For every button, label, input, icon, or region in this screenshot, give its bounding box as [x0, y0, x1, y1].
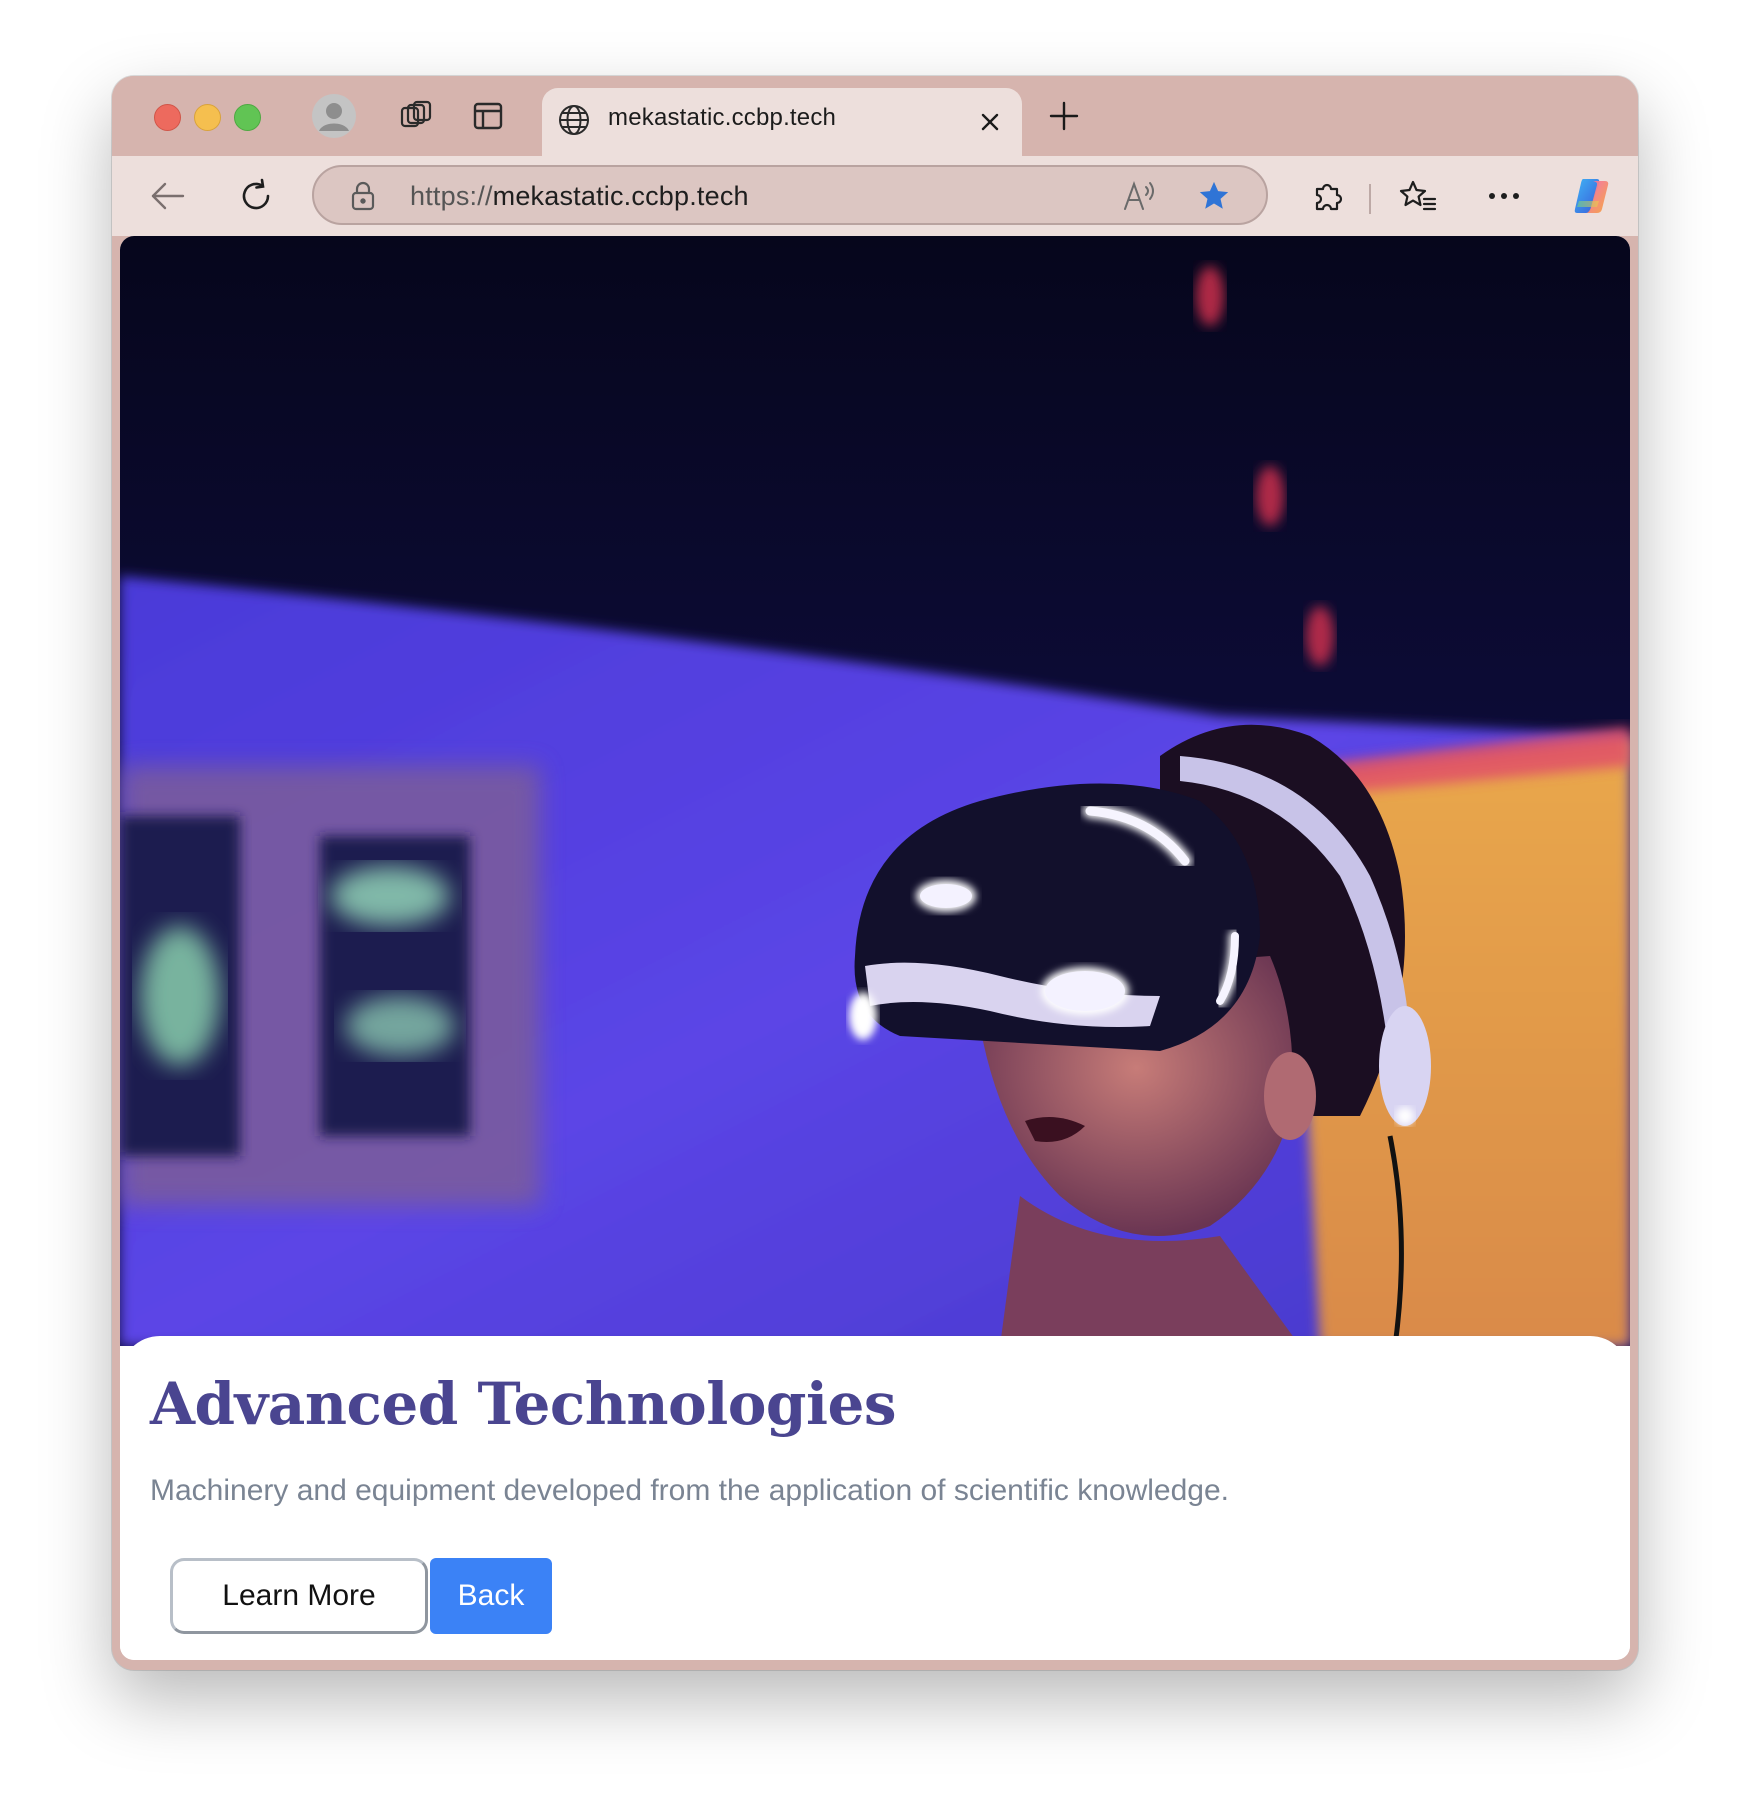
new-tab-button[interactable] [1042, 94, 1086, 138]
globe-icon [556, 102, 592, 143]
plus-icon [1049, 101, 1079, 131]
browser-window: mekastatic.ccbp.tech https://mekastatic.… [112, 76, 1638, 1670]
more-icon [1489, 193, 1519, 199]
profile-icon[interactable] [310, 92, 358, 140]
tab-title: mekastatic.ccbp.tech [608, 104, 837, 131]
toolbar-divider [1369, 184, 1371, 214]
more-button[interactable] [1478, 170, 1530, 222]
copilot-button[interactable] [1566, 170, 1618, 222]
back-arrow-icon [151, 182, 185, 210]
favorites-icon [1399, 180, 1437, 211]
card-title: Advanced Technologies [150, 1370, 897, 1438]
hero-image [120, 236, 1630, 1346]
url-text[interactable]: https://mekastatic.ccbp.tech [410, 181, 749, 212]
address-bar[interactable]: https://mekastatic.ccbp.tech [312, 165, 1268, 225]
read-aloud-icon[interactable] [1122, 179, 1158, 218]
page-viewport: Advanced Technologies Machinery and equi… [120, 236, 1630, 1660]
card-description: Machinery and equipment developed from t… [150, 1474, 1229, 1507]
active-tab[interactable]: mekastatic.ccbp.tech [542, 88, 1022, 156]
reload-icon [242, 178, 270, 210]
puzzle-icon [1315, 183, 1343, 211]
lock-icon[interactable] [350, 181, 376, 216]
close-icon[interactable] [972, 104, 1008, 140]
back-page-button[interactable]: Back [430, 1558, 552, 1634]
title-bar: mekastatic.ccbp.tech [112, 76, 1638, 156]
minimize-window-button[interactable] [194, 104, 221, 131]
star-icon[interactable] [1196, 179, 1232, 218]
maximize-window-button[interactable] [234, 104, 261, 131]
extensions-button[interactable] [1302, 170, 1354, 222]
vertical-tabs-icon[interactable] [464, 92, 512, 140]
close-window-button[interactable] [154, 104, 181, 131]
favorites-button[interactable] [1392, 170, 1444, 222]
reload-button[interactable] [230, 170, 282, 222]
content-card: Advanced Technologies Machinery and equi… [120, 1336, 1630, 1660]
copilot-icon [1574, 179, 1609, 213]
learn-more-button[interactable]: Learn More [170, 1558, 428, 1634]
navigation-toolbar: https://mekastatic.ccbp.tech [112, 156, 1638, 236]
back-button[interactable] [142, 170, 194, 222]
workspaces-icon[interactable] [392, 92, 440, 140]
